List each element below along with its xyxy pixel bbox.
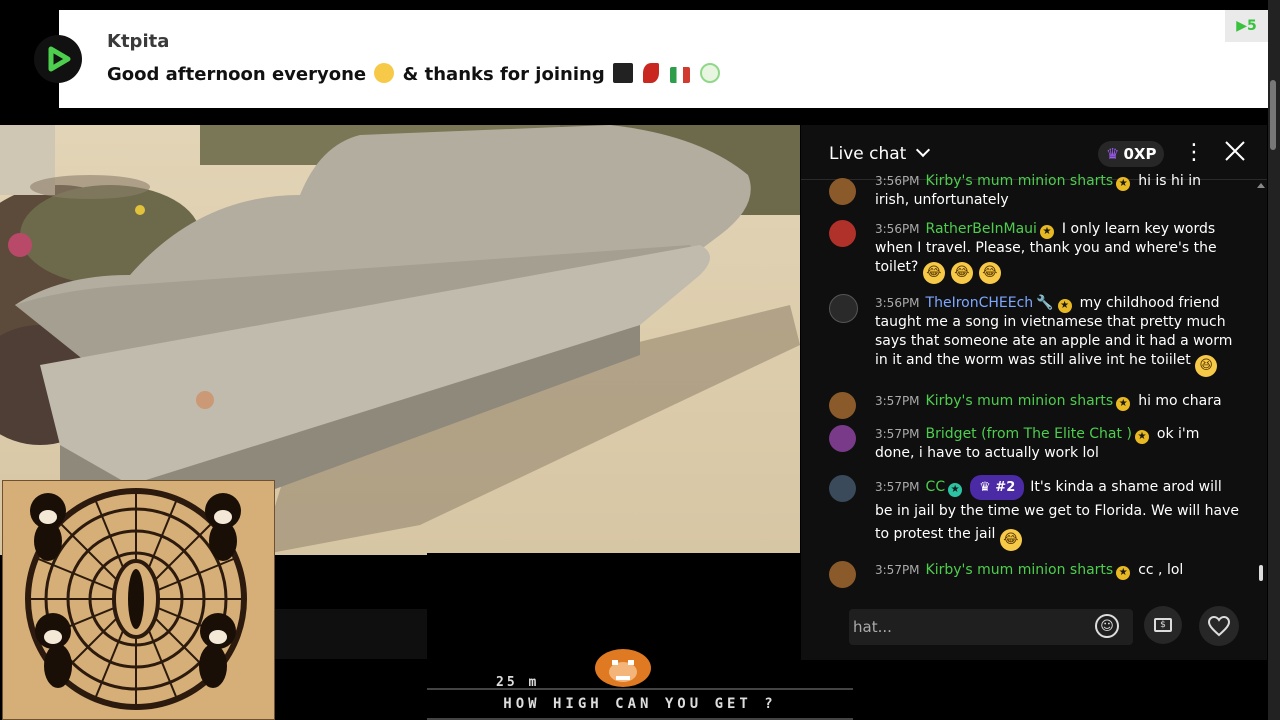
crown-icon: ♛ — [979, 480, 996, 495]
close-icon[interactable] — [1223, 139, 1247, 163]
rofl-emoji-icon: 😂 — [978, 262, 1001, 284]
member-badge-icon: ★ — [1134, 430, 1149, 444]
rank-badge: ♛ #2 — [970, 475, 1025, 500]
member-badge-icon: ★ — [1057, 299, 1072, 313]
xp-badge[interactable]: ♛ 0XP — [1098, 141, 1165, 167]
video-lower-bar — [275, 609, 427, 659]
avatar — [829, 294, 858, 323]
member-badge-icon: ★ — [1039, 225, 1054, 239]
avatar — [829, 220, 856, 247]
verified-badge-icon: ★ — [948, 483, 963, 497]
message-text: cc , lol — [1138, 562, 1184, 578]
corner-badge: ▶ 5 — [1225, 10, 1268, 42]
avatar — [829, 178, 856, 205]
banner-message-part1: Good afternoon everyone — [107, 64, 367, 85]
member-badge-icon: ★ — [1116, 397, 1131, 411]
wrench-icon: 🔧 — [1036, 295, 1054, 311]
donkey-kong-sprite — [592, 646, 654, 688]
banner-message-part2: & thanks for joining — [402, 64, 605, 85]
banner-username: Ktpita — [107, 31, 170, 52]
member-badge-icon: ★ — [1116, 177, 1131, 191]
laughing-emoji-icon: 😆 — [1195, 355, 1218, 377]
chat-message: 3:57PM Bridget (from The Elite Chat ) ★ ok … — [829, 425, 1239, 463]
chat-message: 3:56PM Kirby's mum minion sharts ★ hi is hi… — [829, 172, 1239, 210]
heart-button[interactable] — [1199, 606, 1239, 646]
chat-message: 3:57PM Kirby's mum minion sharts ★ hi mo ch… — [829, 392, 1239, 419]
rofl-emoji-icon: 😂 — [922, 262, 945, 284]
chat-message: 3:56PM TheIronCHEEch 🔧 ★ my childhood friend… — [829, 294, 1239, 377]
banner-message: Good afternoon everyone & thanks for joi… — [107, 63, 722, 85]
rofl-emoji-icon: 😂 — [950, 262, 973, 284]
message-author[interactable]: TheIronCHEEch — [926, 295, 1034, 311]
avatar — [829, 475, 856, 502]
chevron-down-icon — [915, 142, 930, 158]
avatar — [829, 561, 856, 588]
chat-scroll-up-arrow[interactable] — [1257, 183, 1265, 188]
avatar — [829, 392, 856, 419]
chat-input[interactable]: hat... — [849, 609, 1133, 645]
avatar — [829, 425, 856, 452]
overlay-artwork — [2, 480, 275, 720]
rofl-emoji-icon: 😂 — [999, 529, 1022, 551]
message-time: 3:56PM — [875, 174, 920, 188]
crown-icon: ♛ — [1106, 145, 1120, 163]
dollar-bill-icon: $ — [1154, 618, 1172, 632]
notification-banner — [59, 10, 1268, 108]
emoji-icon[interactable]: ☺ — [1095, 614, 1119, 638]
rumble-logo-icon — [34, 35, 82, 83]
message-author[interactable]: Kirby's mum minion sharts — [926, 173, 1114, 189]
message-text: hi mo chara — [1138, 393, 1222, 409]
chili-emoji-icon — [643, 63, 660, 83]
page-scrollbar-thumb[interactable] — [1270, 80, 1276, 150]
chat-message: 3:57PM CC ★ ♛ #2 It's kinda a shame arod wil… — [829, 475, 1239, 551]
message-author[interactable]: CC — [926, 479, 946, 495]
message-time: 3:56PM — [875, 222, 920, 236]
message-author[interactable]: Kirby's mum minion sharts — [926, 562, 1114, 578]
message-time: 3:57PM — [875, 563, 920, 577]
game-banner-text: HOW HIGH CAN YOU GET ? — [427, 688, 853, 720]
message-time: 3:57PM — [875, 427, 920, 441]
message-time: 3:57PM — [875, 480, 920, 494]
live-chat-panel: Live chat ♛ 0XP ⋮ 3:56PM Kirby's mum mini… — [801, 125, 1267, 598]
message-time: 3:57PM — [875, 394, 920, 408]
member-badge-icon: ★ — [1116, 566, 1131, 580]
chat-message: 3:57PM Kirby's mum minion sharts ★ cc , lol — [829, 561, 1239, 588]
eye-wheel-art — [3, 481, 274, 719]
chat-message: 3:56PM RatherBeInMaui ★ I only learn key wo… — [829, 220, 1239, 284]
message-time: 3:56PM — [875, 296, 920, 310]
chat-title-dropdown[interactable]: Live chat — [829, 142, 930, 164]
chat-scrollbar-thumb[interactable] — [1259, 565, 1263, 581]
heart-icon — [1207, 615, 1231, 637]
grin-emoji-icon — [374, 63, 395, 83]
sticker-icon — [699, 63, 720, 83]
italy-flag-icon — [669, 67, 690, 83]
message-author[interactable]: Bridget (from The Elite Chat ) — [926, 426, 1132, 442]
message-author[interactable]: RatherBeInMaui — [926, 221, 1037, 237]
more-options-icon[interactable]: ⋮ — [1183, 140, 1205, 165]
sticker-emoji-icon — [612, 63, 633, 83]
message-author[interactable]: Kirby's mum minion sharts — [926, 393, 1114, 409]
